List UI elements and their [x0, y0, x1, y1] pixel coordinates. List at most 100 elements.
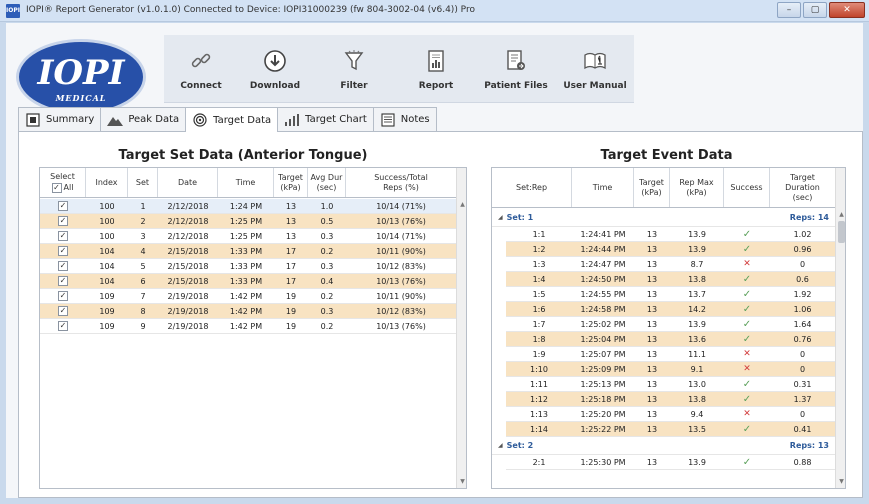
tab-target-chart[interactable]: Target Chart: [277, 107, 374, 131]
row-select-checkbox[interactable]: ✓: [58, 276, 68, 286]
event-scroll-thumb[interactable]: [838, 221, 845, 243]
select-cell[interactable]: ✓: [40, 214, 86, 228]
connect-button[interactable]: Connect: [164, 35, 238, 103]
event-row[interactable]: 2:1 1:25:30 PM 13 13.9 ✓ 0.88: [506, 455, 835, 470]
report-button[interactable]: Report: [396, 35, 476, 103]
event-row[interactable]: 1:12 1:25:18 PM 13 13.8 ✓ 1.37: [506, 392, 835, 407]
event-row[interactable]: 1:2 1:24:44 PM 13 13.9 ✓ 0.96: [506, 242, 835, 257]
event-row[interactable]: 1:11 1:25:13 PM 13 13.0 ✓ 0.31: [506, 377, 835, 392]
summary-icon: [25, 112, 41, 127]
index-header[interactable]: Index: [86, 168, 128, 197]
download-button[interactable]: Download: [238, 35, 312, 103]
select-cell[interactable]: ✓: [40, 259, 86, 273]
row-select-checkbox[interactable]: ✓: [58, 321, 68, 331]
select-all-control[interactable]: ✓ All: [51, 183, 73, 193]
row-select-checkbox[interactable]: ✓: [58, 201, 68, 211]
set-row[interactable]: ✓ 104 4 2/15/2018 1:33 PM 17 0.2 10/11 (90%): [40, 244, 456, 259]
tab-target-data[interactable]: Target Data: [185, 107, 279, 132]
tab-target-data-label: Target Data: [213, 114, 272, 126]
avg-dur-header[interactable]: Avg Dur (sec): [308, 168, 346, 197]
target-duration-header[interactable]: Target Duration (sec): [770, 168, 835, 207]
event-success-cell: ✓: [724, 455, 770, 469]
row-select-checkbox[interactable]: ✓: [58, 246, 68, 256]
target-kpa-header[interactable]: Target (kPa): [274, 168, 308, 197]
event-scroll-up-arrow[interactable]: ▲: [836, 209, 845, 220]
event-row[interactable]: 1:4 1:24:50 PM 13 13.8 ✓ 0.6: [506, 272, 835, 287]
event-row[interactable]: 1:9 1:25:07 PM 13 11.1 ✕ 0: [506, 347, 835, 362]
tab-peak-data[interactable]: Peak Data: [100, 107, 187, 131]
event-row[interactable]: 1:8 1:25:04 PM 13 13.6 ✓ 0.76: [506, 332, 835, 347]
select-cell[interactable]: ✓: [40, 289, 86, 303]
setrep-header[interactable]: Set:Rep: [492, 168, 572, 207]
event-row[interactable]: 1:6 1:24:58 PM 13 14.2 ✓ 1.06: [506, 302, 835, 317]
set-cell-time: 1:25 PM: [229, 231, 263, 241]
select-cell[interactable]: ✓: [40, 274, 86, 288]
set-row[interactable]: ✓ 100 3 2/12/2018 1:25 PM 13 0.3 10/14 (71%): [40, 229, 456, 244]
maximize-button[interactable]: ▢: [803, 2, 827, 18]
success-reps-header[interactable]: Success/Total Reps (%): [346, 168, 456, 197]
rep-max-header[interactable]: Rep Max (kPa): [670, 168, 724, 207]
collapse-arrow-icon[interactable]: ◢: [498, 442, 503, 449]
logo-text: IOPI: [37, 53, 125, 93]
scroll-down-arrow[interactable]: ▼: [457, 476, 466, 487]
event-panel-title: Target Event Data: [600, 148, 733, 163]
set-cell-time: 1:42 PM: [229, 321, 263, 331]
patient-files-button[interactable]: Patient Files: [476, 35, 556, 103]
set-row[interactable]: ✓ 104 5 2/15/2018 1:33 PM 17 0.3 10/12 (83%): [40, 259, 456, 274]
row-select-checkbox[interactable]: ✓: [58, 291, 68, 301]
select-cell[interactable]: ✓: [40, 199, 86, 213]
set-row[interactable]: ✓ 100 1 2/12/2018 1:24 PM 13 1.0 10/14 (71%): [40, 199, 456, 214]
user-manual-button[interactable]: User Manual: [556, 35, 634, 103]
minimize-button[interactable]: –: [777, 2, 801, 18]
select-cell[interactable]: ✓: [40, 319, 86, 333]
event-row[interactable]: 1:10 1:25:09 PM 13 9.1 ✕ 0: [506, 362, 835, 377]
set-row[interactable]: ✓ 104 6 2/15/2018 1:33 PM 17 0.4 10/13 (76%): [40, 274, 456, 289]
set-cell-target: 13: [285, 201, 297, 211]
time-header[interactable]: Time: [218, 168, 274, 197]
scroll-up-arrow[interactable]: ▲: [457, 199, 466, 210]
event-duration-cell: 1.37: [793, 394, 812, 404]
target-data-content: Target Set Data (Anterior Tongue) Select…: [18, 131, 863, 498]
success-header[interactable]: Success: [724, 168, 770, 207]
set-row[interactable]: ✓ 109 8 2/19/2018 1:42 PM 19 0.3 10/12 (83%): [40, 304, 456, 319]
set-group-row[interactable]: ◢ Set: 1 Reps: 14: [492, 209, 835, 227]
set-row[interactable]: ✓ 109 9 2/19/2018 1:42 PM 19 0.2 10/13 (76%): [40, 319, 456, 334]
funnel-icon: [341, 48, 367, 74]
set-row[interactable]: ✓ 109 7 2/19/2018 1:42 PM 19 0.2 10/11 (90%): [40, 289, 456, 304]
event-row[interactable]: 1:3 1:24:47 PM 13 8.7 ✕ 0: [506, 257, 835, 272]
row-select-checkbox[interactable]: ✓: [58, 261, 68, 271]
target-icon: [192, 113, 208, 127]
set-header[interactable]: Set: [128, 168, 158, 197]
select-cell[interactable]: ✓: [40, 244, 86, 258]
select-cell[interactable]: ✓: [40, 304, 86, 318]
event-target-header[interactable]: Target (kPa): [634, 168, 670, 207]
select-cell[interactable]: ✓: [40, 229, 86, 243]
event-scroll-down-arrow[interactable]: ▼: [836, 476, 845, 487]
date-header[interactable]: Date: [158, 168, 218, 197]
event-row[interactable]: 1:5 1:24:55 PM 13 13.7 ✓ 1.92: [506, 287, 835, 302]
row-select-checkbox[interactable]: ✓: [58, 306, 68, 316]
tab-summary[interactable]: Summary: [18, 107, 102, 131]
collapse-arrow-icon[interactable]: ◢: [498, 214, 503, 221]
event-row[interactable]: 1:7 1:25:02 PM 13 13.9 ✓ 1.64: [506, 317, 835, 332]
event-grid-scrollbar[interactable]: ▲ ▼: [835, 168, 845, 488]
set-row[interactable]: ✓ 100 2 2/12/2018 1:25 PM 13 0.5 10/13 (76%): [40, 214, 456, 229]
row-select-checkbox[interactable]: ✓: [58, 231, 68, 241]
row-select-checkbox[interactable]: ✓: [58, 216, 68, 226]
set-cell-index: 100: [99, 201, 115, 211]
set-grid-scrollbar[interactable]: ▲ ▼: [456, 168, 466, 488]
close-button[interactable]: ✕: [829, 2, 865, 18]
set-cell-date: 2/12/2018: [167, 201, 209, 211]
select-all-checkbox[interactable]: ✓: [51, 183, 62, 193]
event-row[interactable]: 1:1 1:24:41 PM 13 13.9 ✓ 1.02: [506, 227, 835, 242]
set-cell-target: 19: [285, 291, 297, 301]
event-success-cell: ✓: [724, 332, 770, 346]
event-success-cell: ✓: [724, 377, 770, 391]
event-row[interactable]: 1:13 1:25:20 PM 13 9.4 ✕ 0: [506, 407, 835, 422]
event-time-header[interactable]: Time: [572, 168, 634, 207]
tab-notes[interactable]: Notes: [372, 107, 437, 131]
set-group-row[interactable]: ◢ Set: 2 Reps: 13: [492, 437, 835, 455]
event-row[interactable]: 1:14 1:25:22 PM 13 13.5 ✓ 0.41: [506, 422, 835, 437]
set-cell-time: 1:33 PM: [229, 246, 263, 256]
filter-button[interactable]: Filter: [312, 35, 396, 103]
